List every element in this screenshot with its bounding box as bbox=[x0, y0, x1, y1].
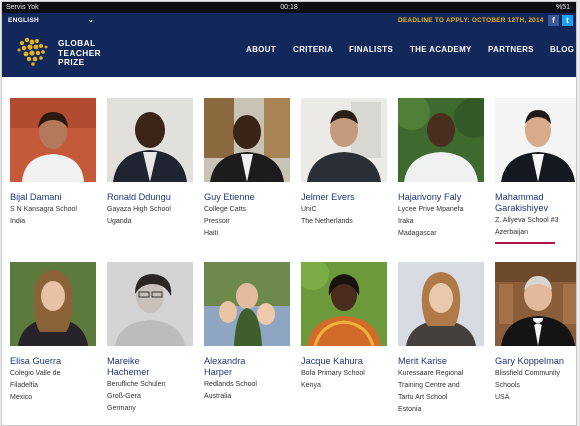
finalist-name[interactable]: Bijal Damani bbox=[10, 192, 106, 203]
twitter-icon[interactable]: t bbox=[562, 15, 573, 26]
finalist-name[interactable]: Guy Etienne bbox=[204, 192, 300, 203]
finalist-photo[interactable] bbox=[301, 98, 387, 182]
finalist-name[interactable]: Hajarivony Faly bbox=[398, 192, 494, 203]
finalist-photo[interactable] bbox=[107, 98, 193, 182]
finalist-school: College Catts bbox=[204, 206, 247, 213]
deadline-banner: DEADLINE TO APPLY: OCTOBER 12TH, 2014 bbox=[398, 17, 544, 24]
finalist-school: Redlands School bbox=[204, 381, 257, 388]
nav-blog[interactable]: BLOG bbox=[550, 45, 574, 54]
finalist-photo[interactable] bbox=[107, 262, 193, 346]
browser-viewport: Servis Yok 00:18 %51 ENGLISH ⌄ DEADLINE … bbox=[1, 1, 577, 426]
globe-logo-icon bbox=[17, 37, 48, 66]
language-label: ENGLISH bbox=[8, 17, 39, 24]
finalist-name[interactable]: Jacque Kahura bbox=[301, 356, 397, 367]
finalist-school: Berufliche Schulen bbox=[107, 381, 166, 388]
finalist-country: Estonia bbox=[398, 406, 422, 413]
finalist-name[interactable]: Gary Koppelman bbox=[495, 356, 576, 367]
clock: 00:18 bbox=[280, 4, 298, 11]
finalist-school: Kuressaare Regional bbox=[398, 370, 464, 377]
finalist-school: S N Kansagra School bbox=[10, 206, 77, 213]
finalist-school: Gayaza High School bbox=[107, 206, 171, 213]
finalist-country: USA bbox=[495, 394, 510, 401]
finalist-school: Z. Aliyeva School #3 bbox=[495, 217, 559, 224]
finalist-country: The Netherlands bbox=[301, 218, 353, 225]
logo-line: GLOBAL bbox=[58, 39, 96, 48]
finalist-school: UniC bbox=[301, 206, 317, 213]
finalist-photo[interactable] bbox=[204, 98, 290, 182]
finalist-school: Iraka bbox=[398, 218, 414, 225]
finalist-school: Groß-Gera bbox=[107, 393, 141, 400]
finalist-school: Colegio Valle de bbox=[10, 370, 61, 377]
battery-level: %51 bbox=[555, 4, 570, 11]
finalist-country: India bbox=[10, 218, 26, 225]
finalist-name[interactable]: Mahammad bbox=[495, 192, 576, 203]
active-underline bbox=[495, 242, 555, 244]
finalist-photo[interactable] bbox=[204, 262, 290, 346]
finalist-country: Madagascar bbox=[398, 230, 437, 237]
finalist-school: Training Centre and bbox=[398, 382, 460, 389]
nav-about[interactable]: ABOUT bbox=[246, 45, 276, 54]
language-selector[interactable]: ENGLISH ⌄ bbox=[8, 15, 96, 27]
finalist-name[interactable]: Garakishiyev bbox=[495, 203, 576, 214]
finalist-photo[interactable] bbox=[495, 262, 576, 346]
chevron-down-icon: ⌄ bbox=[87, 17, 94, 24]
finalist-country: Mexico bbox=[10, 394, 33, 401]
finalist-name[interactable]: Harper bbox=[204, 367, 300, 378]
finalist-name[interactable]: Merit Karise bbox=[398, 356, 494, 367]
finalist-name[interactable]: Mareike bbox=[107, 356, 203, 367]
finalist-country: Kenya bbox=[301, 382, 321, 389]
finalist-photo[interactable] bbox=[398, 262, 484, 346]
finalist-school: Tartu Art School bbox=[398, 394, 448, 401]
logo-line: PRIZE bbox=[58, 58, 85, 67]
finalist-photo[interactable] bbox=[398, 98, 484, 182]
finalist-country: Germany bbox=[107, 405, 136, 412]
finalist-name[interactable]: Jelmer Evers bbox=[301, 192, 397, 203]
status-bar: Servis Yok 00:18 %51 bbox=[2, 2, 576, 13]
finalist-school: Lycee Prive Mpanefa bbox=[398, 206, 464, 213]
nav-the-academy[interactable]: THE ACADEMY bbox=[410, 45, 472, 54]
finalist-name[interactable]: Elisa Guerra bbox=[10, 356, 106, 367]
logo-text: GLOBAL TEACHER PRIZE bbox=[58, 39, 101, 68]
finalist-school: Schools bbox=[495, 382, 520, 389]
nav-finalists[interactable]: FINALISTS bbox=[349, 45, 393, 54]
site-header: ENGLISH ⌄ DEADLINE TO APPLY: OCTOBER 12T… bbox=[2, 13, 576, 77]
logo-line: TEACHER bbox=[58, 48, 102, 58]
facebook-icon[interactable]: f bbox=[548, 15, 559, 26]
nav-partners[interactable]: PARTNERS bbox=[488, 45, 534, 54]
finalist-country: Azerbaijan bbox=[495, 229, 529, 236]
finalist-school: Pressoir bbox=[204, 218, 230, 225]
finalist-school: Bofa Primary School bbox=[301, 370, 365, 377]
finalist-country: Australia bbox=[204, 393, 232, 400]
nav-criteria[interactable]: CRITERIA bbox=[293, 45, 333, 54]
finalist-photo[interactable] bbox=[10, 98, 96, 182]
site-logo[interactable]: GLOBAL TEACHER PRIZE bbox=[12, 33, 142, 73]
finalist-school: Filadelfia bbox=[10, 382, 39, 389]
finalist-photo[interactable] bbox=[301, 262, 387, 346]
finalist-country: Haiti bbox=[204, 230, 219, 237]
finalist-name[interactable]: Hachemer bbox=[107, 367, 203, 378]
finalist-photo[interactable] bbox=[10, 262, 96, 346]
finalist-name[interactable]: Alexandra bbox=[204, 356, 300, 367]
finalist-photo[interactable] bbox=[495, 98, 576, 182]
finalist-name[interactable]: Ronald Ddungu bbox=[107, 192, 203, 203]
finalist-country: Uganda bbox=[107, 218, 132, 225]
finalist-school: Blissfield Community bbox=[495, 370, 560, 377]
